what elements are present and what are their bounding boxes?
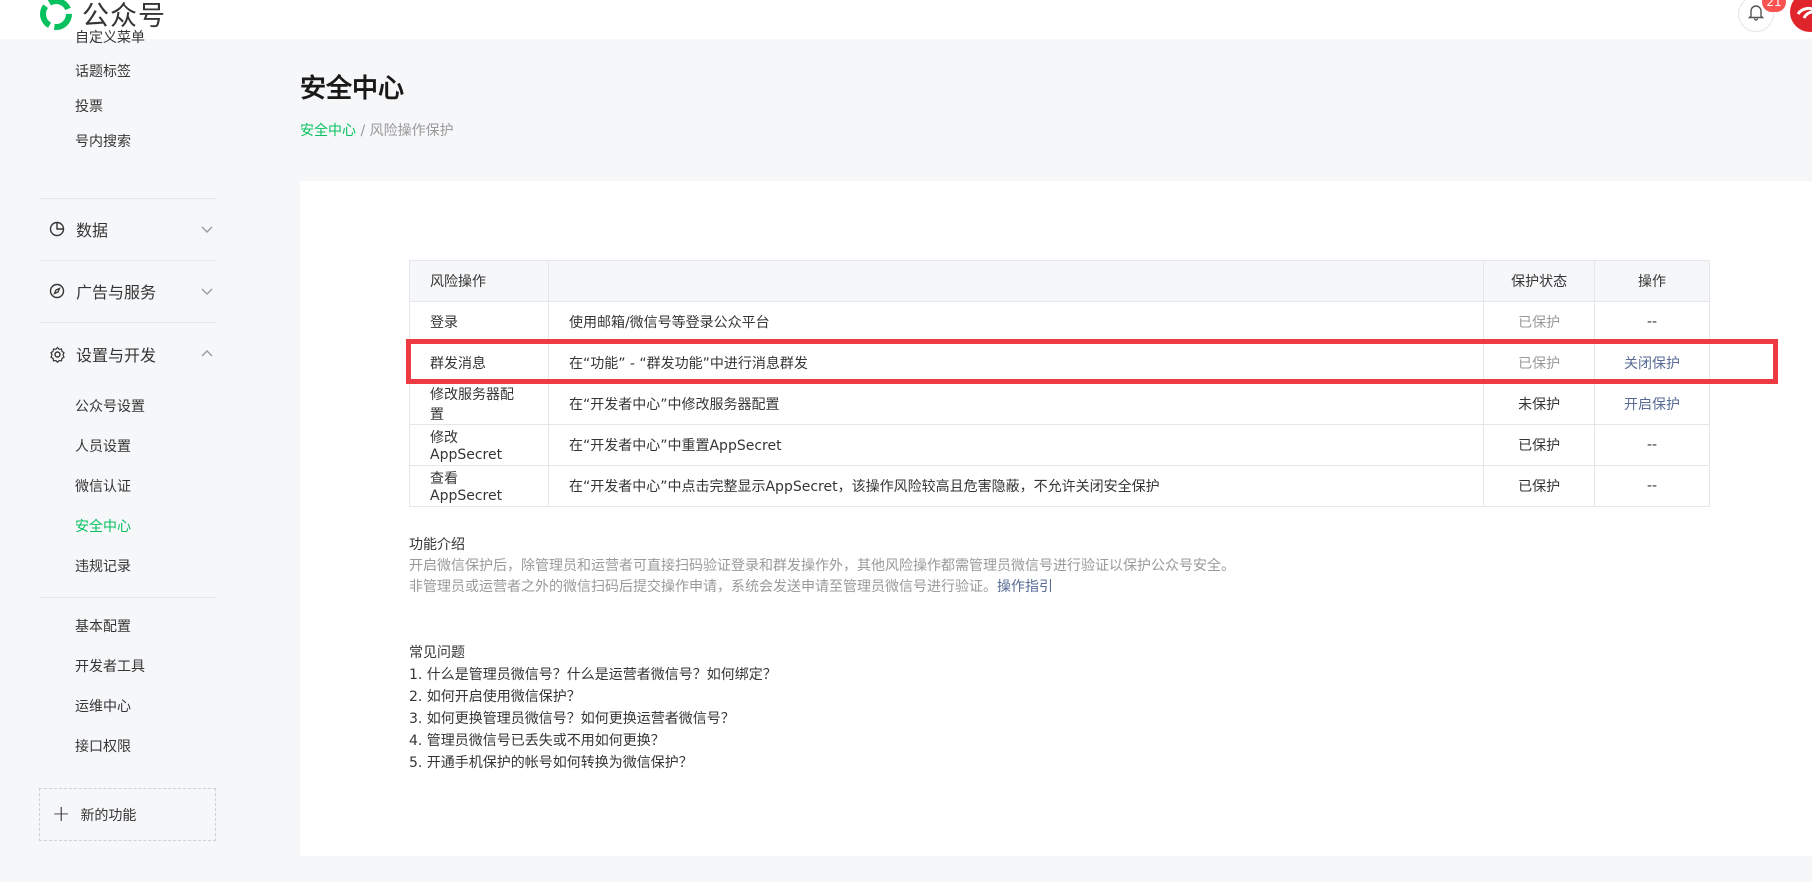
pie-chart-icon — [48, 220, 66, 238]
enable-protection-link[interactable]: 开启保护 — [1594, 383, 1710, 425]
plus-icon: + — [52, 801, 71, 827]
table-row: 查看AppSecret 在“开发者中心”中点击完整显示AppSecret，该操作… — [409, 465, 1710, 507]
sidebar-item-ops-center[interactable]: 运维中心 — [75, 696, 131, 716]
sidebar-item-people-settings[interactable]: 人员设置 — [75, 436, 131, 456]
header-protection-status: 保护状态 — [1483, 260, 1596, 302]
annotation-highlight-box — [406, 339, 1778, 384]
sidebar-group-label: 设置与开发 — [76, 346, 157, 365]
sidebar-divider — [39, 322, 216, 323]
sidebar-item-violation-records[interactable]: 违规记录 — [75, 556, 131, 576]
sidebar-group-ads-services[interactable]: 广告与服务 — [48, 276, 216, 306]
faq-item-link[interactable]: 2. 如何开启使用微信保护？ — [409, 686, 777, 708]
protection-status: 未保护 — [1483, 383, 1596, 425]
risk-operation-description: 在“开发者中心”中重置AppSecret — [547, 424, 1485, 466]
feature-intro: 功能介绍 开启微信保护后，除管理员和运营者可直接扫码验证登录和群发操作外，其他风… — [409, 535, 1235, 598]
breadcrumb-separator: / — [356, 123, 370, 139]
new-feature-label: 新的功能 — [80, 807, 137, 824]
faq-item-link[interactable]: 3. 如何更换管理员微信号？如何更换运营者微信号？ — [409, 708, 777, 730]
sidebar-item-account-settings[interactable]: 公众号设置 — [75, 396, 145, 416]
sidebar-group-label: 广告与服务 — [76, 283, 157, 302]
header-risk-operation: 风险操作 — [409, 260, 549, 302]
sidebar-item-basic-config[interactable]: 基本配置 — [75, 616, 131, 636]
risk-operation-name: 查看AppSecret — [409, 465, 549, 507]
sidebar-group-settings-dev[interactable]: 设置与开发 — [48, 339, 216, 369]
action-placeholder: -- — [1594, 465, 1710, 507]
header-description — [547, 260, 1485, 302]
faq-heading: 常见问题 — [409, 645, 465, 661]
wechat-official-logo-icon — [38, 0, 74, 32]
operation-guide-link[interactable]: 操作指引 — [997, 579, 1053, 595]
new-feature-button[interactable]: + 新的功能 — [39, 788, 216, 841]
notification-count-badge: 21 — [1762, 0, 1786, 12]
sidebar-item-custom-menu[interactable]: 自定义菜单 — [75, 27, 145, 47]
sidebar-group-data[interactable]: 数据 — [48, 214, 216, 244]
sidebar-item-api-permissions[interactable]: 接口权限 — [75, 736, 131, 756]
protection-status: 已保护 — [1483, 301, 1596, 343]
sidebar-item-search[interactable]: 号内搜索 — [75, 131, 131, 151]
action-placeholder: -- — [1594, 424, 1710, 466]
protection-status: 已保护 — [1483, 465, 1596, 507]
sidebar-divider — [39, 198, 216, 199]
risk-operation-description: 在“开发者中心”中点击完整显示AppSecret，该操作风险较高且危害隐蔽，不允… — [547, 465, 1485, 507]
intro-text-line-2: 非管理员或运营者之外的微信扫码后提交操作申请，系统会发送申请至管理员微信号进行验… — [409, 577, 1235, 598]
sidebar-item-topic-tags[interactable]: 话题标签 — [75, 61, 131, 81]
chevron-up-icon — [198, 345, 216, 363]
faq-item-link[interactable]: 4. 管理员微信号已丢失或不用如何更换？ — [409, 730, 777, 752]
avatar[interactable] — [1790, 0, 1812, 32]
faq-section: 常见问题 1. 什么是管理员微信号？什么是运营者微信号？如何绑定？ 2. 如何开… — [409, 643, 777, 774]
breadcrumb: 安全中心 / 风险操作保护 — [300, 120, 454, 140]
faq-item-link[interactable]: 1. 什么是管理员微信号？什么是运营者微信号？如何绑定？ — [409, 664, 777, 686]
risk-operation-description: 在“开发者中心”中修改服务器配置 — [547, 383, 1485, 425]
table-row: 登录 使用邮箱/微信号等登录公众平台 已保护 -- — [409, 301, 1710, 343]
breadcrumb-root-link[interactable]: 安全中心 — [300, 123, 356, 139]
sidebar-item-vote[interactable]: 投票 — [75, 96, 103, 116]
header-action: 操作 — [1594, 260, 1710, 302]
risk-operation-name: 登录 — [409, 301, 549, 343]
risk-operation-name: 修改服务器配置 — [409, 383, 549, 425]
intro-text-line: 开启微信保护后，除管理员和运营者可直接扫码验证登录和群发操作外，其他风险操作都需… — [409, 558, 1235, 574]
top-bar: 公众号 21 — [0, 0, 1812, 39]
risk-operation-description: 使用邮箱/微信号等登录公众平台 — [547, 301, 1485, 343]
sidebar-divider — [39, 260, 216, 261]
table-header-row: 风险操作 保护状态 操作 — [409, 260, 1710, 302]
sidebar: 自定义菜单 话题标签 投票 号内搜索 数据 广告与服务 设置与开发 公众号设置 … — [0, 30, 250, 882]
action-placeholder: -- — [1594, 301, 1710, 343]
sidebar-group-label: 数据 — [76, 221, 109, 240]
sidebar-divider — [39, 597, 216, 598]
sidebar-item-security-center[interactable]: 安全中心 — [75, 516, 131, 536]
chevron-down-icon — [198, 220, 216, 238]
gear-icon — [48, 345, 66, 363]
protection-status: 已保护 — [1483, 424, 1596, 466]
table-row: 修改AppSecret 在“开发者中心”中重置AppSecret 已保护 -- — [409, 424, 1710, 466]
intro-text: 非管理员或运营者之外的微信扫码后提交操作申请，系统会发送申请至管理员微信号进行验… — [409, 579, 997, 595]
breadcrumb-current: 风险操作保护 — [369, 123, 454, 139]
page-title: 安全中心 — [300, 74, 405, 104]
risk-operation-name: 修改AppSecret — [409, 424, 549, 466]
intro-heading: 功能介绍 — [409, 537, 465, 553]
sidebar-item-wechat-verify[interactable]: 微信认证 — [75, 476, 131, 496]
sidebar-item-dev-tools[interactable]: 开发者工具 — [75, 656, 145, 676]
chevron-down-icon — [198, 282, 216, 300]
table-row: 修改服务器配置 在“开发者中心”中修改服务器配置 未保护 开启保护 — [409, 383, 1710, 425]
faq-item-link[interactable]: 5. 开通手机保护的帐号如何转换为微信保护？ — [409, 752, 777, 774]
compass-icon — [48, 282, 66, 300]
